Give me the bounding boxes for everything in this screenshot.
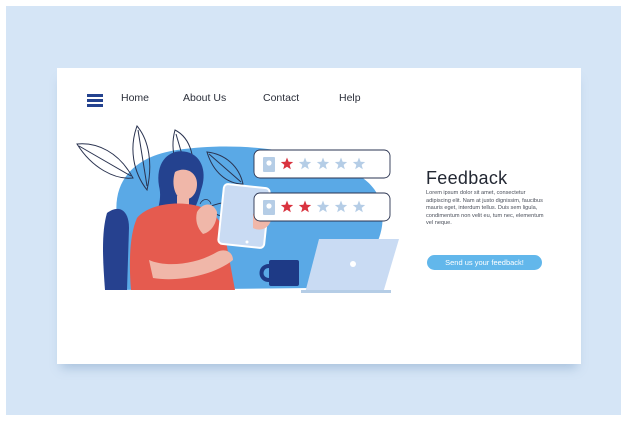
feedback-illustration — [76, 125, 399, 293]
rating-card-1 — [253, 149, 391, 179]
landing-page-card: Home About Us Contact Help Feedback Lore… — [57, 68, 581, 364]
chair — [103, 208, 129, 290]
send-feedback-button[interactable]: Send us your feedback! — [427, 255, 542, 270]
rating-card-2 — [253, 192, 391, 222]
feedback-description: Lorem ipsum dolor sit amet, consectetur … — [426, 190, 544, 227]
feedback-title: Feedback — [426, 168, 508, 188]
